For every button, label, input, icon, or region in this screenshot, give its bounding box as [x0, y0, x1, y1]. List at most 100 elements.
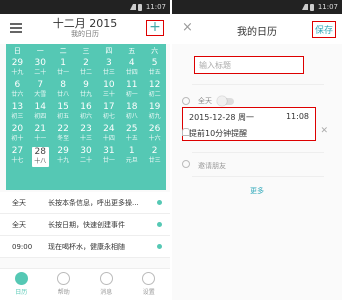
- datetime-box: 2015-12-28 周一 11:08 提前10分钟提醒: [182, 107, 316, 141]
- day-cell[interactable]: 5 廿五: [143, 58, 166, 80]
- lunar-label: 廿六: [11, 91, 24, 98]
- day-cell[interactable]: 4 廿四: [120, 58, 143, 80]
- battery-icon: [309, 3, 314, 11]
- event-toolbar: × 我的日历 保存: [172, 14, 342, 44]
- day-cell[interactable]: 3 廿三: [97, 58, 120, 80]
- day-cell[interactable]: 1 廿一: [52, 58, 75, 80]
- more-options-link[interactable]: 更多: [172, 186, 342, 196]
- lunar-label: 廿四: [125, 69, 138, 76]
- add-event-button[interactable]: +: [146, 20, 164, 36]
- day-cell[interactable]: 20 初十: [6, 124, 29, 146]
- lunar-label: 廿九: [79, 91, 92, 98]
- day-cell-today[interactable]: 28 十八: [31, 147, 49, 167]
- tab-2[interactable]: 消息: [85, 269, 128, 300]
- day-number: 17: [103, 102, 115, 112]
- day-cell[interactable]: 10 三十: [97, 80, 120, 102]
- lunar-label: 十一: [34, 135, 47, 142]
- month-title[interactable]: 十二月 2015: [0, 17, 170, 30]
- event-dot-icon: [157, 244, 162, 249]
- battery-icon: [137, 3, 142, 11]
- signal-icon: [129, 4, 136, 10]
- day-cell[interactable]: 11 初一: [120, 80, 143, 102]
- day-cell[interactable]: 18 初八: [120, 102, 143, 124]
- day-cell[interactable]: 24 十四: [97, 124, 120, 146]
- remove-reminder-icon[interactable]: ✕: [320, 126, 328, 136]
- tab-icon: [99, 272, 113, 285]
- day-cell[interactable]: 15 初五: [52, 102, 75, 124]
- event-item[interactable]: 全天 长按本条信息，呼出更多操...: [0, 192, 170, 214]
- weekday-label: 四: [105, 47, 113, 55]
- day-cell[interactable]: 22 冬至: [52, 124, 75, 146]
- tab-1[interactable]: 帮助: [43, 269, 86, 300]
- day-cell[interactable]: 29 十九: [52, 146, 75, 168]
- event-item[interactable]: 全天 长按日期，快速创建事件: [0, 214, 170, 236]
- weekday-header: 日一二三四五六: [6, 44, 166, 58]
- day-cell[interactable]: 17 初七: [97, 102, 120, 124]
- day-cell[interactable]: 21 十一: [29, 124, 52, 146]
- tab-label: 消息: [100, 289, 113, 296]
- lunar-label: 初八: [125, 113, 138, 120]
- day-cell[interactable]: 25 十五: [120, 124, 143, 146]
- lunar-label: 廿三: [102, 69, 115, 76]
- tab-icon: [57, 272, 71, 285]
- lunar-label: 初二: [148, 91, 161, 98]
- event-title-input[interactable]: 输入标题: [194, 56, 304, 74]
- day-cell[interactable]: 14 初四: [29, 102, 52, 124]
- day-number: 29: [57, 146, 69, 156]
- day-cell[interactable]: 1 元旦: [120, 146, 143, 168]
- event-item[interactable]: 09:00 现在喝杯水，健康永相随: [0, 236, 170, 258]
- screenshot-pair: 11:07 十二月 2015 我的日历 + 日一二三四五六 29 十九 30 二十 1 廿…: [0, 0, 342, 300]
- day-number: 3: [105, 58, 112, 68]
- weekday-label: 一: [36, 47, 44, 55]
- day-cell[interactable]: 30 二十: [75, 146, 98, 168]
- event-date[interactable]: 2015-12-28 周一: [189, 112, 254, 123]
- day-cell[interactable]: 19 初九: [143, 102, 166, 124]
- day-cell[interactable]: 6 廿六: [6, 80, 29, 102]
- day-cell[interactable]: 30 二十: [29, 58, 52, 80]
- day-number: 31: [103, 146, 115, 156]
- invite-friends-field[interactable]: 邀请朋友: [198, 161, 226, 171]
- month-grid: 日一二三四五六 29 十九 30 二十 1 廿一 2 廿二 3 廿三 4 廿四 5 廿五 6 廿六 7 大雪 8 廿八…: [6, 44, 166, 190]
- day-cell[interactable]: 2 廿三: [143, 146, 166, 168]
- event-time: 全天: [12, 198, 26, 207]
- lunar-label: 初五: [57, 113, 70, 120]
- lunar-label: 廿二: [79, 69, 92, 76]
- day-cell[interactable]: 29 十九: [6, 58, 29, 80]
- event-dot-icon: [157, 222, 162, 227]
- day-cell[interactable]: 13 初三: [6, 102, 29, 124]
- lunar-label: 廿一: [102, 157, 115, 164]
- day-cell[interactable]: 2 廿二: [75, 58, 98, 80]
- month-toolbar: 十二月 2015 我的日历 +: [0, 14, 170, 44]
- tab-3[interactable]: 设置: [128, 269, 171, 300]
- day-number: 14: [34, 102, 46, 112]
- tab-0[interactable]: 日历: [0, 269, 43, 300]
- day-cell[interactable]: 8 廿八: [52, 80, 75, 102]
- bottom-tab-bar: 日历 帮助 消息 设置: [0, 268, 170, 300]
- day-cell[interactable]: 31 廿一: [97, 146, 120, 168]
- day-cell[interactable]: 23 十三: [75, 124, 98, 146]
- day-cell[interactable]: 16 初六: [75, 102, 98, 124]
- day-number: 30: [80, 146, 92, 156]
- weekday-label: 三: [82, 47, 90, 55]
- weekday-label: 二: [59, 47, 67, 55]
- day-number: 4: [128, 58, 135, 68]
- day-number: 20: [11, 124, 24, 134]
- tab-icon: [142, 272, 156, 285]
- lunar-label: 十六: [148, 135, 161, 142]
- reminder-value[interactable]: 提前10分钟提醒: [189, 128, 247, 139]
- day-cell[interactable]: 27 十七: [6, 146, 29, 168]
- day-cell[interactable]: 7 大雪: [29, 80, 52, 102]
- event-time[interactable]: 11:08: [286, 112, 309, 121]
- allday-toggle[interactable]: [217, 95, 234, 106]
- day-cell[interactable]: 9 廿九: [75, 80, 98, 102]
- save-button[interactable]: 保存: [311, 21, 336, 38]
- lunar-label: 大雪: [34, 91, 47, 98]
- day-cell[interactable]: 12 初二: [143, 80, 166, 102]
- event-text: 长按本条信息，呼出更多操...: [48, 198, 139, 207]
- day-number: 1: [60, 58, 66, 68]
- day-number: 18: [125, 102, 138, 112]
- new-event-screen: 11:07 × 我的日历 保存 输入标题 全天 2015-12-28 周一 11…: [172, 0, 342, 300]
- day-cell[interactable]: 26 十六: [143, 124, 166, 146]
- person-icon: [182, 160, 190, 168]
- day-number: 5: [151, 58, 158, 68]
